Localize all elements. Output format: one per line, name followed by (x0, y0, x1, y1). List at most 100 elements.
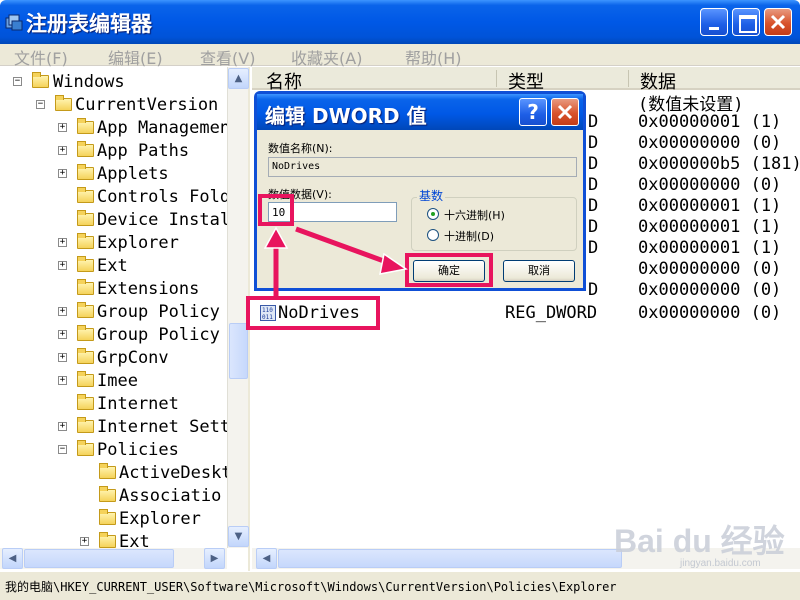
radio-decimal-label[interactable]: 十进制(D) (444, 228, 494, 244)
value-type: D (588, 175, 599, 195)
tree-item[interactable]: + App Managemen (0, 117, 231, 139)
column-divider[interactable] (628, 70, 629, 87)
cancel-button[interactable]: 取消 (503, 260, 575, 282)
dialog-close-button[interactable] (551, 98, 579, 126)
tree-item[interactable]: Controls Fold (0, 186, 231, 208)
scroll-up-arrow-icon[interactable]: ▲ (228, 68, 249, 89)
value-type: D (588, 112, 599, 132)
folder-icon (77, 302, 94, 318)
tree-item-currentversion[interactable]: − CurrentVersion (0, 94, 227, 116)
tree-item-label: App Managemen (97, 118, 231, 138)
baidu-jingyan-watermark: Bai du 经验 jingyan.baidu.com (614, 516, 790, 576)
folder-open-icon (77, 440, 94, 456)
folder-icon (77, 187, 94, 203)
collapse-icon[interactable]: − (58, 445, 67, 454)
expand-icon[interactable]: + (58, 353, 67, 362)
tree-item-label: Device Instal (97, 210, 231, 230)
radio-hex[interactable] (427, 208, 439, 220)
scroll-left-arrow-icon[interactable]: ◀ (256, 548, 277, 569)
scroll-thumb[interactable] (24, 549, 174, 568)
value-data: 0x00000000 (0) (638, 303, 782, 323)
scroll-right-arrow-icon[interactable]: ▶ (204, 548, 225, 569)
value-type: D (588, 280, 599, 300)
tree-item-policies[interactable]: − Policies (0, 439, 227, 461)
minimize-button[interactable] (700, 8, 728, 36)
help-button[interactable]: ? (519, 98, 547, 126)
close-button[interactable] (764, 8, 792, 36)
expand-icon[interactable]: + (58, 146, 67, 155)
expand-icon[interactable]: + (58, 330, 67, 339)
expand-icon[interactable]: + (58, 307, 67, 316)
tree-item[interactable]: Internet (0, 393, 227, 415)
tree-item-label: Applets (97, 164, 169, 184)
value-data: 0x00000000 (0) (638, 133, 782, 153)
expand-icon[interactable]: + (58, 261, 67, 270)
folder-icon (77, 164, 94, 180)
scroll-left-arrow-icon[interactable]: ◀ (2, 548, 23, 569)
value-type: D (588, 196, 599, 216)
tree-item-label: Windows (53, 72, 125, 92)
scroll-thumb[interactable] (229, 323, 248, 379)
column-divider[interactable] (496, 70, 497, 87)
tree-item[interactable]: + Imee (0, 370, 227, 392)
tree-item-explorer-selected[interactable]: Explorer (0, 508, 227, 530)
tree-item[interactable]: + Ext (0, 531, 227, 548)
radio-decimal[interactable] (427, 229, 439, 241)
tree-item-label: Internet (97, 394, 179, 414)
tree-item-windows[interactable]: − Windows (0, 71, 227, 93)
dialog-titlebar[interactable]: 编辑 DWORD 值 ? (257, 94, 583, 130)
status-path: 我的电脑\HKEY_CURRENT_USER\Software\Microsof… (5, 580, 617, 594)
expand-icon[interactable]: + (58, 422, 67, 431)
expand-icon[interactable]: + (58, 238, 67, 247)
value-data: 0x00000001 (1) (638, 217, 782, 237)
tree-vertical-scrollbar[interactable]: ▲ ▼ (227, 67, 249, 548)
tree-item-label: Policies (97, 440, 179, 460)
close-icon (770, 14, 786, 30)
expand-icon[interactable]: + (58, 169, 67, 178)
collapse-icon[interactable]: − (13, 77, 22, 86)
value-data: 0x00000001 (1) (638, 238, 782, 258)
menu-help[interactable]: 帮助(H) (405, 45, 462, 69)
tree-horizontal-scrollbar[interactable]: ◀ ▶ (0, 548, 227, 569)
tree-item[interactable]: + Internet Sett (0, 416, 231, 438)
menu-bar: 文件(F) 编辑(E) 查看(V) 收藏夹(A) 帮助(H) (0, 44, 800, 69)
tree-item[interactable]: Extensions (0, 278, 227, 300)
tree-item[interactable]: Device Instal (0, 209, 231, 231)
tree-item[interactable]: + GrpConv (0, 347, 227, 369)
folder-icon (77, 141, 94, 157)
window-title: 注册表编辑器 (26, 12, 152, 36)
expand-icon[interactable]: + (58, 123, 67, 132)
key-tree[interactable]: − Windows − CurrentVersion + App Managem… (0, 67, 250, 571)
tree-item[interactable]: + Group Policy (0, 324, 227, 346)
tree-item-label: Associatio (119, 486, 222, 506)
list-header: 名称 类型 数据 (252, 67, 800, 93)
radio-hex-label[interactable]: 十六进制(H) (444, 207, 505, 223)
folder-icon (77, 371, 94, 387)
menu-view[interactable]: 查看(V) (200, 45, 255, 69)
scroll-thumb[interactable] (278, 549, 622, 568)
folder-icon (77, 233, 94, 249)
tree-item[interactable]: + Group Policy (0, 301, 227, 323)
tree-item[interactable]: + Ext (0, 255, 227, 277)
tree-item[interactable]: Associatio (0, 485, 227, 507)
folder-icon (99, 532, 116, 548)
menu-favorites[interactable]: 收藏夹(A) (291, 45, 362, 69)
scroll-down-arrow-icon[interactable]: ▼ (228, 526, 249, 547)
value-data: 0x00000000 (0) (638, 175, 782, 195)
tree-item[interactable]: + Applets (0, 163, 227, 185)
watermark-logo: Bai du 经验 (614, 523, 785, 559)
tree-item-label: Internet Sett (97, 417, 231, 437)
tree-item[interactable]: ActiveDeskt (0, 462, 232, 484)
menu-edit[interactable]: 编辑(E) (108, 45, 163, 69)
maximize-button[interactable] (732, 8, 760, 36)
folder-icon (77, 279, 94, 295)
tree-item[interactable]: + App Paths (0, 140, 227, 162)
value-name-field: NoDrives (268, 157, 577, 177)
tree-item[interactable]: + Explorer (0, 232, 227, 254)
collapse-icon[interactable]: − (36, 100, 45, 109)
expand-icon[interactable]: + (80, 537, 89, 546)
menu-file[interactable]: 文件(F) (14, 45, 68, 69)
expand-icon[interactable]: + (58, 376, 67, 385)
tree-item-label: Controls Fold (97, 187, 231, 207)
folder-icon (77, 256, 94, 272)
